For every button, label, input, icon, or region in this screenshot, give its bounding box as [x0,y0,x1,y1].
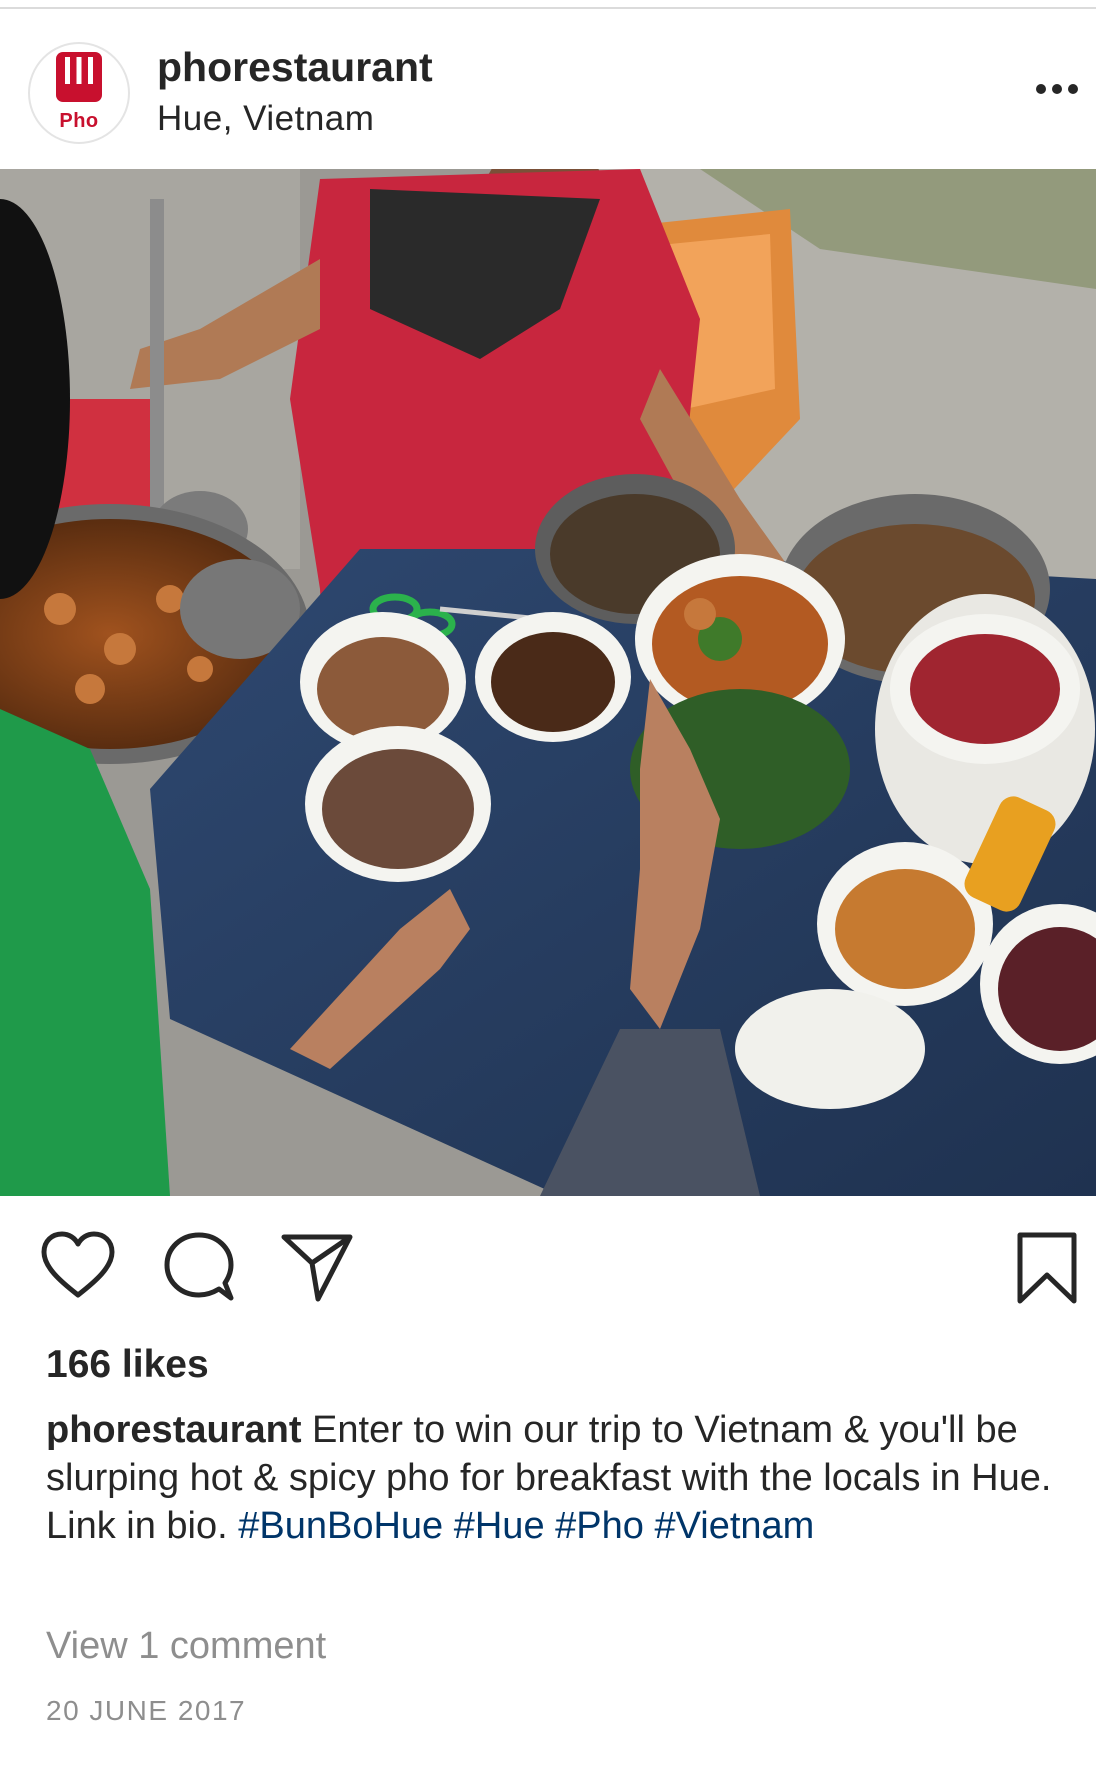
post-date: 20 JUNE 2017 [46,1695,247,1726]
hashtag-link[interactable]: #Pho [555,1505,644,1547]
speech-bubble-icon [164,1232,234,1301]
share-button[interactable] [280,1233,354,1308]
hashtag-link[interactable]: #Hue [454,1505,545,1547]
hashtag-link[interactable]: #Vietnam [654,1505,814,1547]
likes-count[interactable]: 166 likes [46,1343,209,1387]
avatar[interactable]: Pho [28,42,130,144]
post-location[interactable]: Hue, Vietnam [157,99,374,139]
post-header: Pho phorestaurant Hue, Vietnam [0,9,1096,169]
bookmark-outline-icon [1017,1232,1077,1304]
avatar-label: Pho [59,110,99,132]
caption-username[interactable]: phorestaurant [46,1409,301,1451]
post-photo[interactable] [0,169,1096,1196]
heart-outline-icon [41,1231,115,1298]
hashtag-link[interactable]: #BunBoHue [238,1505,443,1547]
save-button[interactable] [1016,1231,1078,1310]
post-caption: phorestaurant Enter to win our trip to V… [46,1406,1076,1550]
view-comments-link[interactable]: View 1 comment [46,1625,326,1668]
more-options-button[interactable] [1034,81,1080,97]
post-username[interactable]: phorestaurant [157,44,433,91]
like-button[interactable] [40,1231,116,1306]
post-actions [0,1196,1096,1346]
street-food-photo [0,169,1096,1196]
paper-plane-icon [281,1234,353,1302]
comment-button[interactable] [163,1231,235,1308]
ellipsis-horizontal-icon [1036,84,1078,94]
